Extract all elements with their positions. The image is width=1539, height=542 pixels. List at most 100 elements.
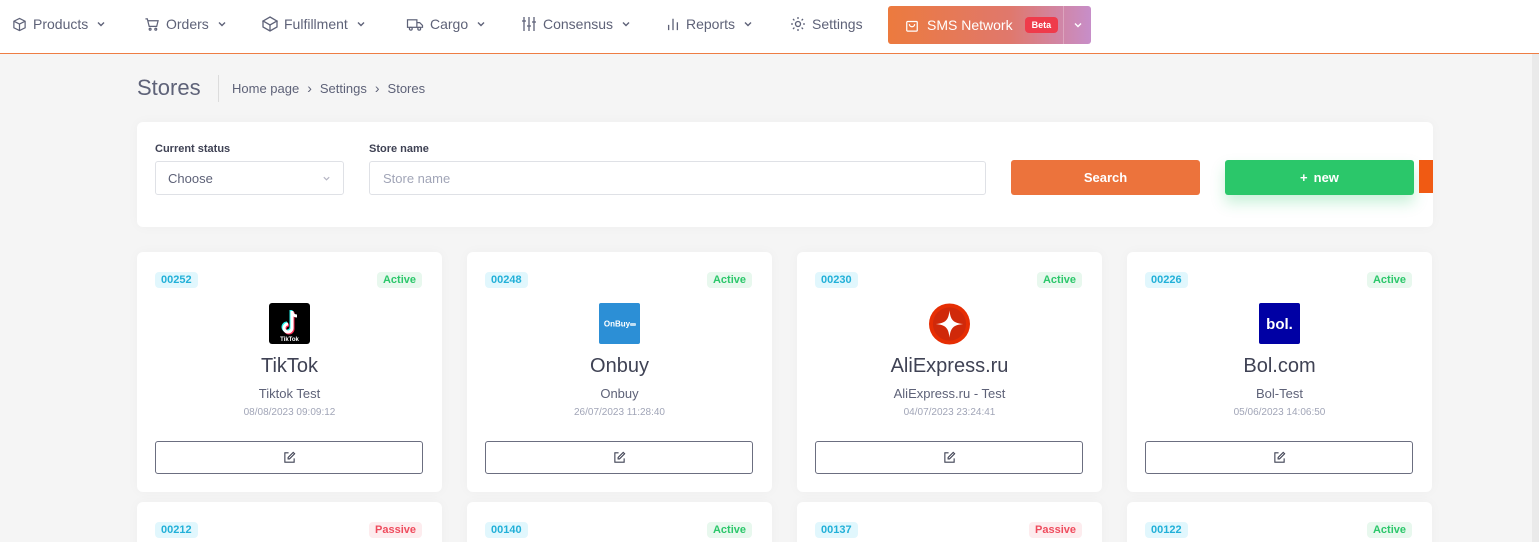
store-subtitle: Onbuy: [600, 386, 639, 401]
store-card: 00252 Active TikTok TikTok Tiktok Test 0…: [137, 252, 442, 492]
store-code-badge: 00137: [815, 522, 858, 538]
breadcrumb: Home page › Settings › Stores: [232, 80, 425, 96]
breadcrumb-settings[interactable]: Settings: [320, 81, 367, 96]
nav-cargo-label: Cargo: [430, 16, 469, 32]
breadcrumb-stores: Stores: [387, 80, 426, 96]
chevron-down-icon: [357, 22, 365, 27]
store-date: 08/08/2023 09:09:12: [243, 407, 336, 418]
store-date: 05/06/2023 14:06:50: [1233, 407, 1326, 418]
nav-fulfillment[interactable]: Fulfillment: [262, 0, 366, 48]
chevron-down-icon: [744, 22, 752, 27]
chevron-down-icon: [218, 22, 226, 27]
store-name-input[interactable]: [369, 161, 986, 195]
plus-icon: +: [1300, 170, 1308, 185]
nav-orders[interactable]: Orders: [144, 0, 227, 48]
onbuy-logo: OnBuy: [599, 303, 640, 344]
new-button-label: new: [1313, 170, 1339, 185]
edit-store-button[interactable]: [815, 441, 1083, 474]
store-code-badge: 00252: [155, 272, 198, 288]
status-badge: Active: [706, 522, 752, 538]
store-card: 00248 Active OnBuy Onbuy Onbuy 26/07/202…: [467, 252, 772, 492]
box-icon: [13, 17, 26, 31]
status-filter-label: Current status: [155, 143, 231, 155]
nav-reports-label: Reports: [686, 16, 736, 32]
store-code-badge: 00122: [1145, 522, 1188, 538]
new-store-button[interactable]: + new: [1225, 160, 1414, 195]
tiktok-logo: TikTok: [269, 303, 310, 344]
sms-network-button[interactable]: SMS Network Beta: [888, 6, 1091, 44]
edit-store-button[interactable]: [485, 441, 753, 474]
nav-cargo[interactable]: Cargo: [406, 0, 486, 48]
store-date: 26/07/2023 11:28:40: [573, 407, 665, 418]
page-title: Stores: [137, 75, 201, 100]
status-badge: Passive: [369, 522, 422, 538]
breadcrumb-home[interactable]: Home page: [232, 81, 299, 96]
store-card: 00140 Active: [467, 502, 772, 542]
tiktok-logo-text: TikTok: [280, 337, 299, 343]
edit-icon: [943, 451, 955, 463]
edit-store-button[interactable]: [1145, 441, 1413, 474]
status-badge: Active: [1366, 272, 1412, 288]
chevron-down-icon: [1074, 23, 1081, 28]
status-badge: Active: [1036, 272, 1082, 288]
store-name: Onbuy: [590, 355, 649, 377]
status-badge: Passive: [1029, 522, 1082, 538]
truck-icon: [406, 18, 424, 31]
nav-reports[interactable]: Reports: [666, 0, 753, 48]
bol-logo-text: bol.: [1266, 316, 1293, 333]
store-subtitle: Tiktok Test: [258, 386, 321, 401]
edit-store-button[interactable]: [155, 441, 423, 474]
breadcrumb-separator-icon: ›: [374, 80, 380, 96]
title-divider: [218, 75, 219, 102]
bol-logo: bol.: [1259, 303, 1300, 344]
store-card: 00226 Active bol. Bol.com Bol-Test 05/06…: [1127, 252, 1432, 492]
store-name: TikTok: [260, 355, 319, 377]
store-code-badge: 00212: [155, 522, 198, 538]
status-select-value: Choose: [168, 171, 213, 186]
store-date: 04/07/2023 23:24:41: [903, 407, 996, 418]
nav-fulfillment-label: Fulfillment: [284, 16, 348, 32]
store-code-badge: 00140: [485, 522, 528, 538]
onbuy-logo-text: OnBuy: [604, 320, 631, 329]
status-badge: Active: [706, 272, 752, 288]
vertical-scrollbar[interactable]: [1532, 54, 1539, 542]
edit-icon: [1273, 451, 1285, 463]
nav-consensus-label: Consensus: [543, 16, 614, 32]
sms-dropdown-toggle[interactable]: [1063, 6, 1091, 44]
chevron-down-icon: [477, 22, 485, 27]
store-card: 00212 Passive: [137, 502, 442, 542]
store-card: 00230 Active AliExpress.ru AliExpress.ru…: [797, 252, 1102, 492]
search-button-label: Search: [1083, 170, 1128, 185]
cart-icon: [145, 17, 159, 31]
nav-orders-label: Orders: [166, 16, 209, 32]
edit-icon: [613, 451, 625, 463]
nav-settings[interactable]: Settings: [790, 0, 863, 48]
chevron-down-icon: [622, 22, 630, 27]
nav-consensus[interactable]: Consensus: [521, 0, 631, 48]
search-button[interactable]: Search: [1011, 160, 1200, 195]
sms-network-label: SMS Network: [927, 17, 1013, 33]
store-name: Bol.com: [1243, 355, 1316, 377]
edit-icon: [283, 451, 295, 463]
status-select[interactable]: Choose: [155, 161, 344, 195]
shopping-bag-icon: [906, 20, 918, 32]
store-name-label: Store name: [369, 143, 429, 155]
store-subtitle: Bol-Test: [1256, 386, 1303, 401]
status-badge: Active: [376, 272, 422, 288]
chevron-down-icon: [323, 176, 330, 181]
bar-chart-icon: [667, 18, 679, 31]
extra-action-button[interactable]: [1419, 160, 1433, 193]
chevron-down-icon: [97, 22, 105, 27]
store-name: AliExpress.ru: [890, 355, 1009, 377]
status-badge: Active: [1366, 522, 1412, 538]
store-code-badge: 00226: [1145, 272, 1188, 288]
store-code-badge: 00230: [815, 272, 858, 288]
breadcrumb-separator-icon: ›: [307, 80, 312, 96]
store-card: 00137 Passive: [797, 502, 1102, 542]
nav-products[interactable]: Products: [12, 0, 106, 48]
cube-icon: [262, 16, 278, 32]
nav-products-label: Products: [33, 16, 89, 32]
top-navbar: Products Orders Fulfillment Cargo Consen…: [0, 0, 1539, 54]
nav-settings-label: Settings: [812, 16, 863, 32]
store-code-badge: 00248: [485, 272, 528, 288]
